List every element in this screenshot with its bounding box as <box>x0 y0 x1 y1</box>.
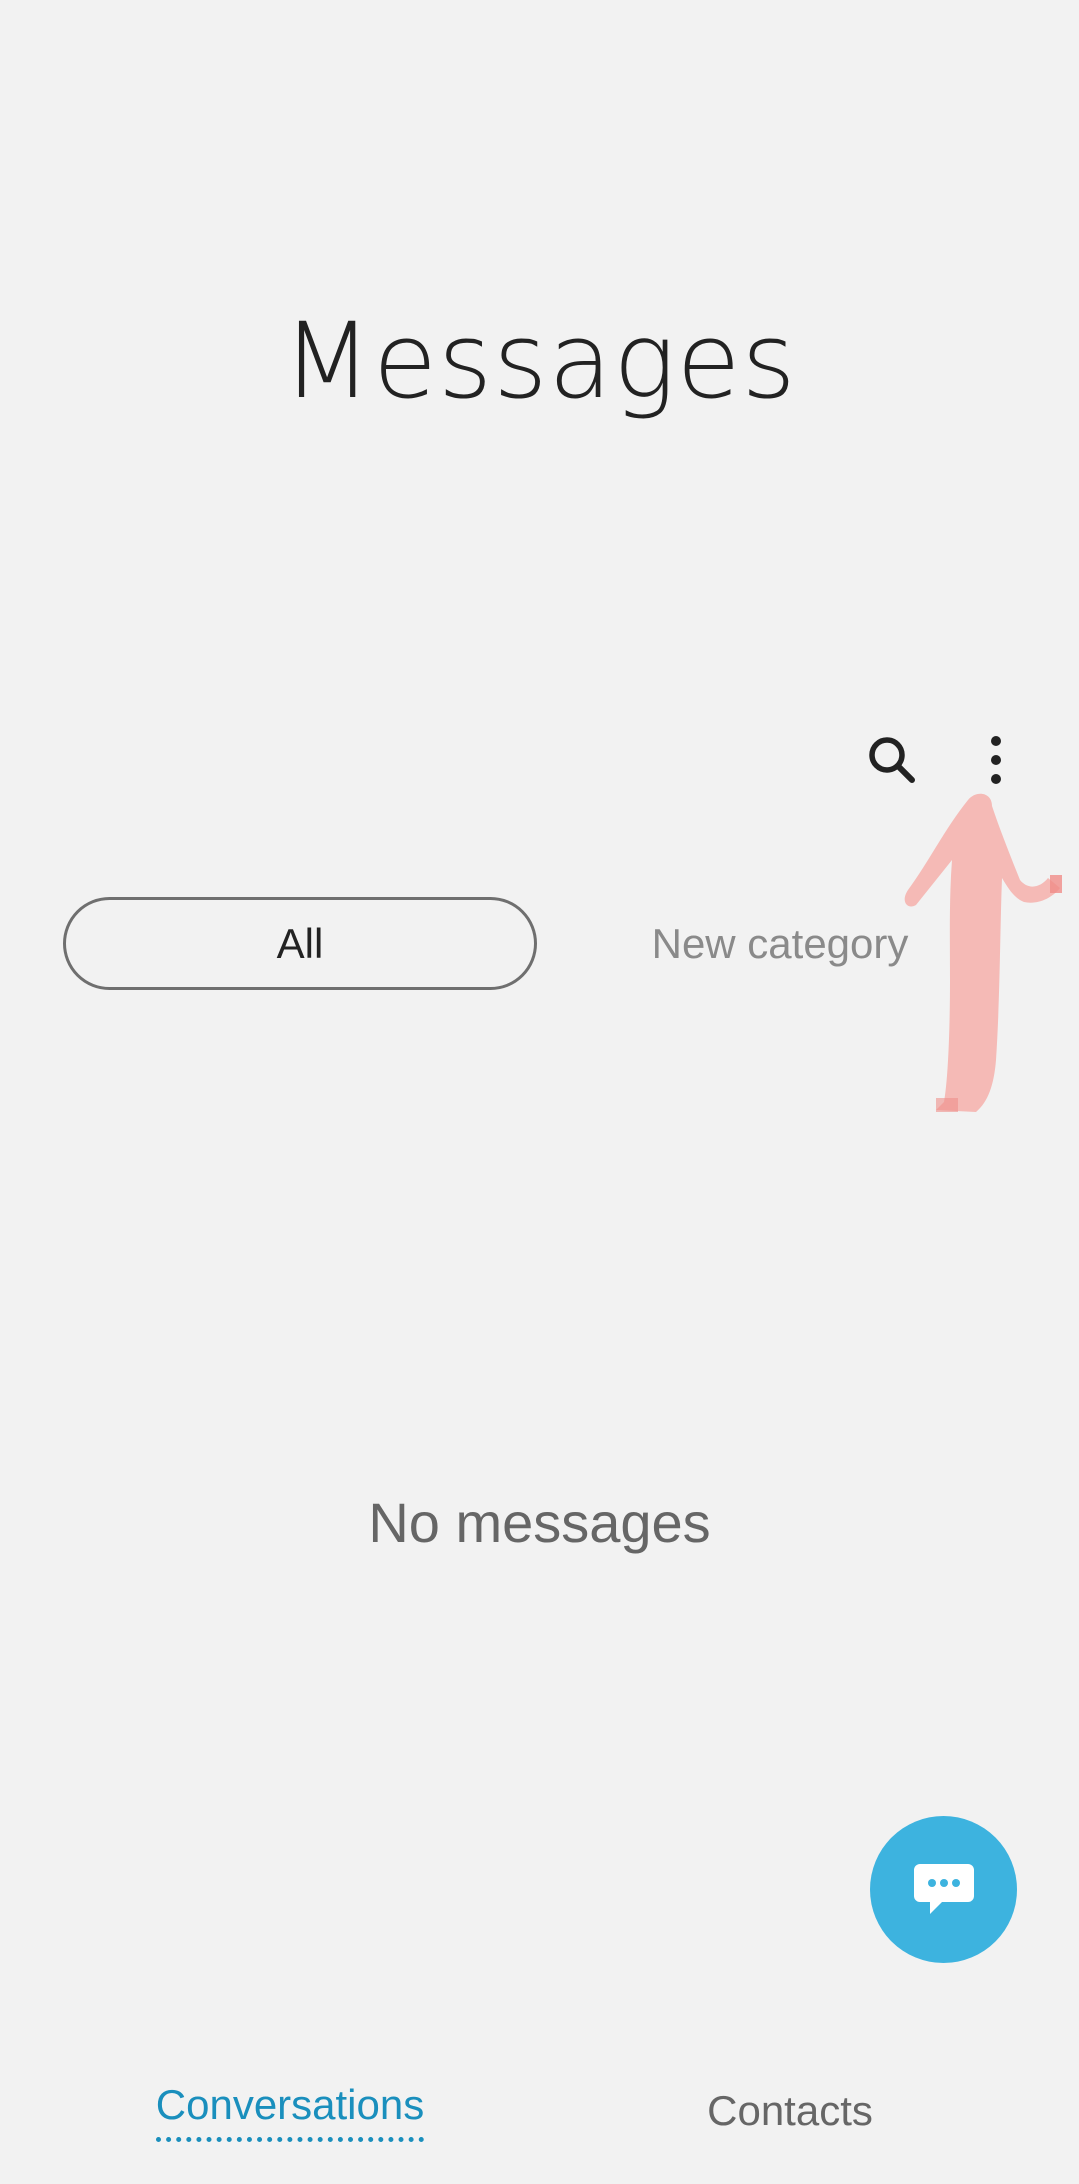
search-icon <box>869 737 915 783</box>
new-category-button[interactable]: New category <box>630 897 930 990</box>
category-chip-all[interactable]: All <box>63 897 537 990</box>
new-message-icon <box>913 1863 974 1914</box>
tab-contacts[interactable]: Contacts <box>640 2078 940 2144</box>
category-chip-label: All <box>276 919 324 967</box>
tab-conversations[interactable]: Conversations <box>120 2078 460 2144</box>
search-button[interactable] <box>852 720 932 800</box>
tab-contacts-label: Contacts <box>707 2087 873 2134</box>
page-title: Messages <box>282 300 797 422</box>
new-category-label: New category <box>651 919 909 967</box>
tab-conversations-label: Conversations <box>155 2081 425 2142</box>
more-options-icon <box>991 736 1001 784</box>
more-options-button[interactable] <box>956 720 1036 800</box>
compose-message-button[interactable] <box>870 1816 1017 1963</box>
empty-state-text: No messages <box>368 1491 711 1554</box>
